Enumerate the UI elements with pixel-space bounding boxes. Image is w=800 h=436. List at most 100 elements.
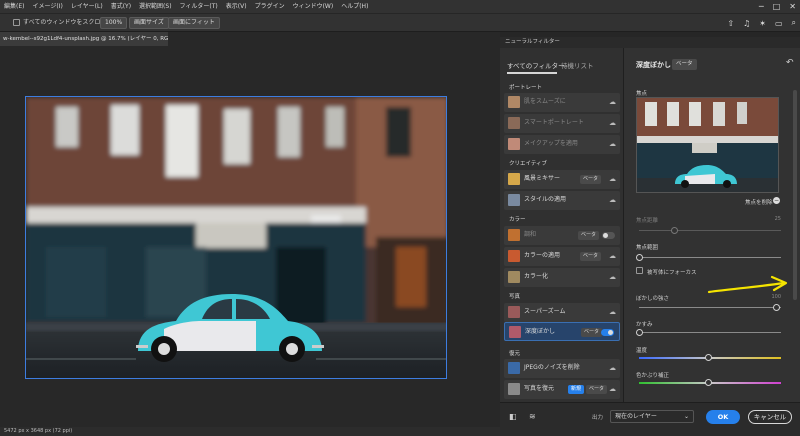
filter-label: 風景ミキサー xyxy=(524,175,561,182)
fill-screen-button[interactable]: 画面にフィット xyxy=(168,17,220,29)
menu-item[interactable]: ヘルプ(H) xyxy=(341,0,368,13)
filter-item-skin-smoothing[interactable]: 肌をスムーズに ☁ xyxy=(504,93,620,112)
menu-item[interactable]: プラグイン xyxy=(255,0,285,13)
filter-item-superzoom[interactable]: スーパーズーム ☁ xyxy=(504,303,620,322)
menu-item[interactable]: ウィンドウ(W) xyxy=(293,0,334,13)
output-value: 現在のレイヤー xyxy=(615,413,657,420)
cloud-download-icon[interactable]: ☁ xyxy=(609,135,616,153)
status-bar: 5472 px x 3648 px (72 ppi) xyxy=(0,427,500,436)
title-icons: ─ □ ✕ xyxy=(759,0,796,13)
preview-thumbnail xyxy=(637,98,778,192)
compare-view-icon[interactable]: ◧ xyxy=(509,412,517,421)
section-photo: 写真 xyxy=(509,294,521,300)
tab-all-filters[interactable]: すべてのフィルター xyxy=(507,60,565,70)
filter-item-depth-blur[interactable]: 深度ぼかし ベータ xyxy=(504,322,620,341)
focal-distance-value: 25 xyxy=(774,216,781,222)
lightbulb-icon[interactable]: ✶ xyxy=(759,19,766,28)
focal-distance-slider[interactable] xyxy=(671,227,678,234)
workspace-icon[interactable]: ▭ xyxy=(775,19,783,28)
minimize-icon[interactable]: ─ xyxy=(759,2,764,11)
document-tab[interactable]: w-kembel--s92g1Ldf4-unsplash.jpg @ 16.7%… xyxy=(0,32,168,46)
blur-strength-track xyxy=(639,307,781,308)
share-icon[interactable]: ⇧ xyxy=(727,19,734,28)
filter-item-jpeg-artifacts[interactable]: JPEGのノイズを削除 ☁ xyxy=(504,359,620,378)
blur-strength-slider[interactable] xyxy=(773,304,780,311)
chevron-down-icon: ⌄ xyxy=(683,413,689,420)
filter-item-colorize[interactable]: カラー化 ☁ xyxy=(504,268,620,287)
cloud-download-icon[interactable]: ☁ xyxy=(609,359,616,377)
focal-range-track xyxy=(639,257,781,258)
cancel-button[interactable]: キャンセル xyxy=(748,410,792,424)
section-portrait: ポートレート xyxy=(509,85,543,91)
haze-slider[interactable] xyxy=(636,329,643,336)
filter-item-landscape-mixer[interactable]: 風景ミキサー ベータ ☁ xyxy=(504,170,620,189)
filter-label: JPEGのノイズを削除 xyxy=(524,364,580,371)
filter-item-photo-restore[interactable]: 写真を復元 新規 ベータ ☁ xyxy=(504,380,620,399)
filter-toggle[interactable] xyxy=(602,232,615,239)
focus-subject-label: 被写体にフォーカス xyxy=(647,270,697,276)
tab-waitlist[interactable]: 待機リスト xyxy=(561,60,594,70)
filter-thumb xyxy=(508,250,520,262)
focal-point-label: 焦点 xyxy=(636,91,648,97)
close-icon[interactable]: ✕ xyxy=(789,2,796,11)
focal-point-preview[interactable] xyxy=(636,97,779,193)
filter-thumb xyxy=(508,229,520,241)
document-canvas-photo[interactable] xyxy=(25,96,447,379)
filter-detail-title: 深度ぼかし xyxy=(636,61,671,69)
tint-label: 色かぶり補正 xyxy=(636,373,670,379)
fit-screen-button[interactable]: 画面サイズ xyxy=(129,17,169,29)
focal-range-label: 焦点範囲 xyxy=(636,245,659,251)
focal-distance-label: 焦点距離 xyxy=(636,218,659,224)
layers-icon[interactable]: ≋ xyxy=(529,412,536,421)
filter-item-harmonize[interactable]: 調和 ベータ xyxy=(504,226,620,245)
beta-badge: ベータ xyxy=(578,231,600,240)
focal-range-slider[interactable] xyxy=(636,254,643,261)
filter-label: 肌をスムーズに xyxy=(524,98,566,105)
filter-toggle[interactable] xyxy=(601,329,614,336)
tint-slider[interactable] xyxy=(705,379,712,386)
annotation-arrow-icon xyxy=(707,275,788,294)
new-badge: 新規 xyxy=(568,385,585,394)
filter-thumb xyxy=(508,96,520,108)
menu-item[interactable]: 選択範囲(S) xyxy=(139,0,172,13)
cloud-download-icon[interactable]: ☁ xyxy=(609,380,616,398)
temperature-slider[interactable] xyxy=(705,354,712,361)
filter-label: 写真を復元 xyxy=(524,385,555,392)
cloud-download-icon[interactable]: ☁ xyxy=(609,268,616,286)
menu-item[interactable]: 書式(Y) xyxy=(111,0,131,13)
filter-item-smart-portrait[interactable]: スマートポートレート ☁ xyxy=(504,114,620,133)
beta-badge: ベータ xyxy=(586,385,608,394)
menu-item[interactable]: レイヤー(L) xyxy=(71,0,103,13)
remove-focal-icon[interactable]: − xyxy=(773,197,780,204)
options-right-icons: ⇧ ♫ ✶ ▭ ⌕ xyxy=(727,14,796,32)
filter-item-style-transfer[interactable]: スタイルの適用 ☁ xyxy=(504,191,620,210)
menu-item[interactable]: 編集(E) xyxy=(4,0,24,13)
ok-button[interactable]: OK xyxy=(706,410,740,424)
settings-scrollbar[interactable] xyxy=(793,90,797,300)
maximize-icon[interactable]: □ xyxy=(773,2,781,11)
remove-focal-label[interactable]: 焦点を削除 xyxy=(745,198,773,206)
menu-item[interactable]: イメージ(I) xyxy=(32,0,62,13)
search-icon[interactable]: ⌕ xyxy=(792,18,796,28)
cloud-download-icon[interactable]: ☁ xyxy=(609,93,616,111)
menu-item[interactable]: 表示(V) xyxy=(226,0,247,13)
cloud-download-icon[interactable]: ☁ xyxy=(609,247,616,265)
filter-thumb xyxy=(508,362,520,374)
filter-item-makeup[interactable]: メイクアップを適用 ☁ xyxy=(504,135,620,154)
output-dropdown[interactable]: 現在のレイヤー ⌄ xyxy=(610,410,694,423)
filter-thumb xyxy=(508,271,520,283)
focus-subject-checkbox[interactable] xyxy=(636,267,643,274)
cloud-download-icon[interactable]: ☁ xyxy=(609,170,616,188)
menu-item[interactable]: フィルター(T) xyxy=(180,0,218,13)
beta-badge: ベータ xyxy=(580,252,602,261)
cloud-download-icon[interactable]: ☁ xyxy=(609,114,616,132)
zoom-field[interactable]: 100% xyxy=(100,17,128,29)
filter-label: カラーの適用 xyxy=(524,252,561,259)
reset-icon[interactable]: ↶ xyxy=(786,58,794,68)
scroll-all-checkbox[interactable] xyxy=(13,19,20,26)
filter-item-color-transfer[interactable]: カラーの適用 ベータ ☁ xyxy=(504,247,620,266)
filter-thumb xyxy=(508,138,520,150)
cloud-download-icon[interactable]: ☁ xyxy=(609,303,616,321)
bell-icon[interactable]: ♫ xyxy=(743,19,750,28)
cloud-download-icon[interactable]: ☁ xyxy=(609,191,616,209)
